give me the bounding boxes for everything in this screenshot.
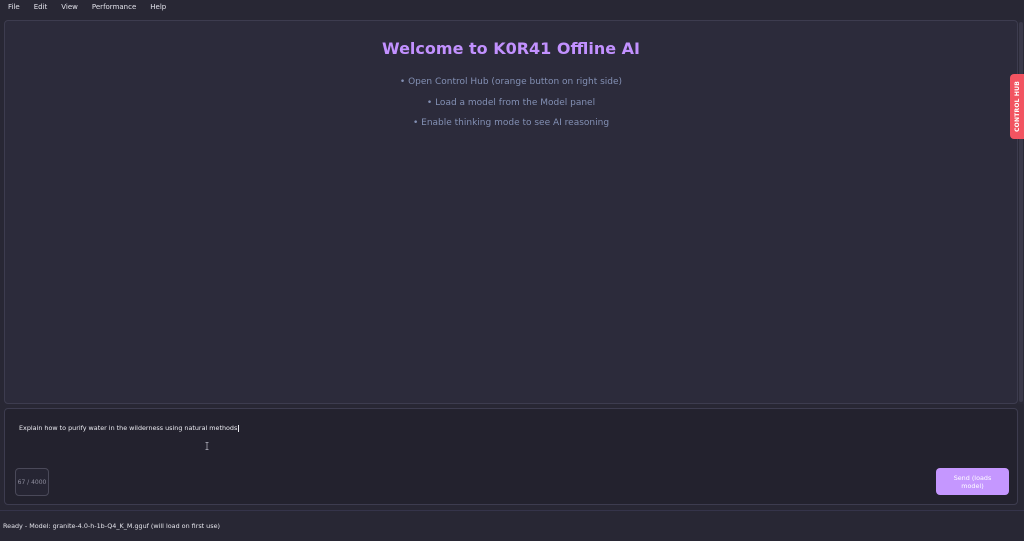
character-counter: 67 / 4000 (15, 468, 49, 496)
control-hub-label: CONTROL HUB (1013, 81, 1021, 132)
status-bar: Ready - Model: granite-4.0-h-1b-Q4_K_M.g… (0, 510, 1024, 541)
tip-open-control-hub: • Open Control Hub (orange button on rig… (399, 77, 623, 87)
menu-view[interactable]: View (61, 3, 78, 11)
menu-help[interactable]: Help (150, 3, 166, 11)
welcome-tips: • Open Control Hub (orange button on rig… (5, 77, 1017, 139)
tip-load-model: • Load a model from the Model panel (426, 97, 596, 108)
text-caret (238, 424, 240, 432)
welcome-title: Welcome to K0R41 Offline AI (382, 39, 640, 58)
menu-edit[interactable]: Edit (34, 3, 48, 11)
chat-display-panel[interactable]: Welcome to K0R41 Offline AI • Open Contr… (4, 20, 1018, 404)
status-text: Ready - Model: granite-4.0-h-1b-Q4_K_M.g… (3, 522, 220, 530)
tip-thinking-mode: • Enable thinking mode to see AI reasoni… (412, 118, 610, 128)
message-input-panel[interactable]: Explain how to purify water in the wilde… (4, 408, 1018, 505)
send-button[interactable]: Send (loads model) (936, 468, 1009, 495)
message-input-value: Explain how to purify water in the wilde… (19, 424, 238, 432)
message-input[interactable]: Explain how to purify water in the wilde… (19, 424, 240, 432)
menu-file[interactable]: File (8, 3, 20, 11)
ibeam-cursor-icon (205, 442, 209, 450)
menu-performance[interactable]: Performance (92, 3, 136, 11)
control-hub-button[interactable]: CONTROL HUB (1010, 74, 1024, 139)
menu-bar: File Edit View Performance Help (0, 0, 1024, 14)
